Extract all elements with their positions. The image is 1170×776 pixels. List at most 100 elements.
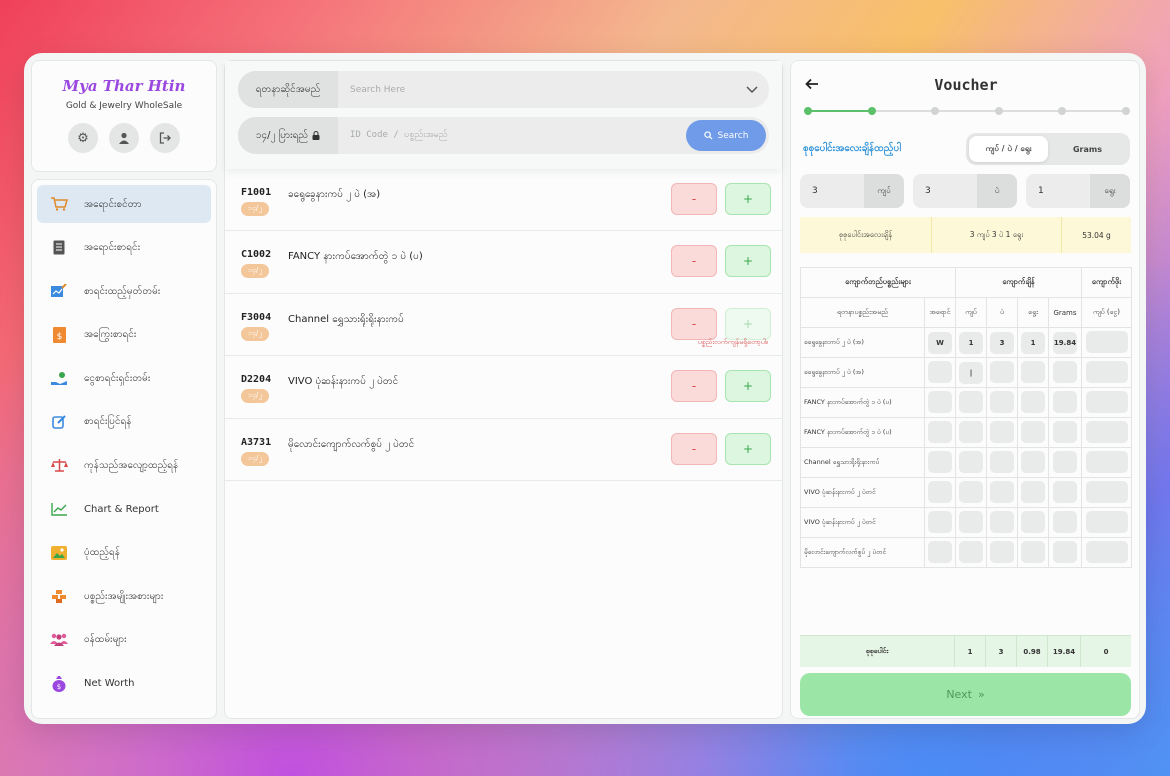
shop-name-input[interactable]: Search Here: [338, 85, 735, 95]
sidebar-item[interactable]: အရောင်းစာရင်း: [37, 229, 211, 267]
decrease-button[interactable]: -: [671, 432, 717, 465]
gem-cell-input[interactable]: [1053, 540, 1077, 563]
gem-cell-input[interactable]: [1085, 450, 1128, 473]
sidebar-item[interactable]: ဝန်ထမ်းများ: [37, 621, 211, 659]
gem-cell-input[interactable]: [1021, 390, 1045, 413]
gem-cell-input[interactable]: [928, 390, 952, 413]
gem-cell-input[interactable]: [990, 510, 1014, 533]
gem-cell-input[interactable]: [990, 450, 1014, 473]
sidebar-item-label: Chart & Report: [84, 503, 159, 515]
sidebar-item[interactable]: ပုံထည့်ရန်: [37, 534, 211, 572]
gem-cell-input[interactable]: W: [928, 331, 952, 354]
gem-cell-input[interactable]: [1085, 480, 1128, 503]
search-button-label: Search: [717, 130, 749, 141]
gem-cell-input[interactable]: |: [959, 361, 983, 384]
gem-cell-input[interactable]: [928, 360, 952, 383]
code-search-input[interactable]: ID Code / ပစ္စည်းအမည်: [338, 129, 686, 142]
gem-cell-input[interactable]: 1: [1021, 331, 1045, 354]
gem-cell-input[interactable]: [959, 450, 983, 473]
gem-cell-input[interactable]: [1021, 450, 1045, 473]
yway-input[interactable]: 1 ရွေး: [1026, 174, 1130, 208]
gem-cell-input[interactable]: [1021, 480, 1045, 503]
gem-cell-input[interactable]: [959, 510, 983, 533]
gem-cell-input[interactable]: 1: [959, 331, 983, 354]
gem-cell-input[interactable]: [928, 450, 952, 473]
increase-button[interactable]: +: [725, 432, 771, 465]
product-list: F1001 ခရွေခွေနားကပ် ၂ ပဲ (အ) ၁၄/၂- + C1002 FA…: [225, 169, 782, 481]
gem-cell: [986, 417, 1018, 448]
gem-cell-input[interactable]: [990, 390, 1014, 413]
gem-cell-input[interactable]: [1053, 360, 1077, 383]
gem-cell-input[interactable]: [1021, 510, 1045, 533]
gem-cell-input[interactable]: [1053, 420, 1077, 443]
pae-value[interactable]: 3: [913, 186, 977, 196]
decrease-button[interactable]: -: [671, 183, 717, 215]
kyat-value[interactable]: 3: [800, 186, 864, 196]
gem-cell-input[interactable]: 19.84: [1053, 331, 1077, 354]
gem-cell-input[interactable]: [990, 360, 1014, 383]
gem-cell-input[interactable]: 3: [990, 331, 1014, 354]
search-button[interactable]: Search: [686, 120, 766, 151]
sidebar-item[interactable]: ငွေစာရင်းရှင်းတမ်း: [37, 359, 211, 397]
gem-cell-input[interactable]: [990, 540, 1014, 563]
gem-cell-input[interactable]: [990, 480, 1014, 503]
gem-cell-input[interactable]: [1053, 480, 1077, 503]
increase-button[interactable]: +: [725, 245, 771, 278]
profile-button[interactable]: [109, 123, 139, 153]
gem-cell-input[interactable]: [1085, 510, 1128, 533]
step-dot: [931, 107, 940, 115]
gem-cell-input[interactable]: [1021, 540, 1045, 563]
gem-row: ခရွေခွေနားကပ် ၂ ပဲ (အ) |: [800, 357, 1132, 388]
sidebar-item[interactable]: $ အကြွေးစာရင်း: [37, 316, 211, 354]
sidebar-item[interactable]: အရောင်းစင်တာ: [37, 185, 211, 223]
gem-cell-input[interactable]: [959, 540, 983, 563]
gem-cell-input[interactable]: [1085, 390, 1128, 413]
sidebar-item[interactable]: စာရင်းပြင်ရန်: [37, 403, 211, 441]
cart-icon: [49, 194, 69, 214]
pae-input[interactable]: 3 ပဲ: [913, 174, 1017, 208]
gem-cell-input[interactable]: [928, 420, 952, 443]
increase-button: +: [725, 307, 771, 340]
kyat-input[interactable]: 3 ကျပ်: [800, 174, 904, 208]
sidebar-item[interactable]: ကုန်သည်အလျော့ထည့်ရန်: [37, 447, 211, 485]
chevron-down-icon[interactable]: [735, 83, 769, 97]
sidebar-item[interactable]: Chart & Report: [37, 490, 211, 528]
gem-cell-input[interactable]: [959, 420, 983, 443]
sidebar-item[interactable]: $ Net Worth: [37, 665, 211, 703]
gem-cell-input[interactable]: [1085, 360, 1128, 383]
decrease-button[interactable]: -: [671, 307, 717, 340]
decrease-button[interactable]: -: [671, 370, 717, 403]
gem-cell-input[interactable]: [1085, 420, 1128, 443]
gem-cell-input[interactable]: [990, 420, 1014, 443]
people-icon: [49, 630, 69, 650]
sidebar-item[interactable]: ပစ္စည်းအမျိုးအစားများ: [37, 577, 211, 615]
gem-cell-input[interactable]: [959, 390, 983, 413]
gem-cell-input[interactable]: [1053, 510, 1077, 533]
gem-cell-input[interactable]: [1053, 390, 1077, 413]
toggle-kyat-pae-yway[interactable]: ကျပ် / ပဲ / ရွေး: [969, 136, 1048, 162]
decrease-button[interactable]: -: [671, 245, 717, 278]
gem-cell-input[interactable]: [1085, 330, 1128, 353]
code-search-field[interactable]: ၁၄/၂ ပြားရည် ID Code / ပစ္စည်းအမည် Searc…: [238, 117, 769, 154]
logout-button[interactable]: [150, 123, 180, 153]
settings-button[interactable]: ⚙: [68, 123, 98, 153]
product-code: C1002: [241, 249, 272, 261]
gem-cell-input[interactable]: [959, 480, 983, 503]
increase-button[interactable]: +: [725, 183, 771, 215]
column-header: အရောင်: [924, 297, 956, 328]
next-button[interactable]: Next »: [800, 673, 1131, 716]
toggle-grams[interactable]: Grams: [1048, 136, 1127, 162]
sidebar-item[interactable]: စာရင်းထည့်မှတ်တမ်း: [37, 272, 211, 310]
gem-cell: [986, 357, 1018, 388]
increase-button[interactable]: +: [725, 370, 771, 403]
gem-cell-input[interactable]: [928, 540, 952, 563]
gem-cell-input[interactable]: [1021, 360, 1045, 383]
shop-name-field[interactable]: ရတနာဆိုင်အမည် Search Here: [238, 71, 769, 108]
gem-cell-input[interactable]: [1053, 450, 1077, 473]
yway-value[interactable]: 1: [1026, 186, 1090, 196]
gem-cell-input[interactable]: [1021, 420, 1045, 443]
gem-cell-input[interactable]: [928, 480, 952, 503]
gem-cell-input[interactable]: [1085, 540, 1128, 563]
gem-cell: [924, 537, 956, 568]
gem-cell-input[interactable]: [928, 510, 952, 533]
